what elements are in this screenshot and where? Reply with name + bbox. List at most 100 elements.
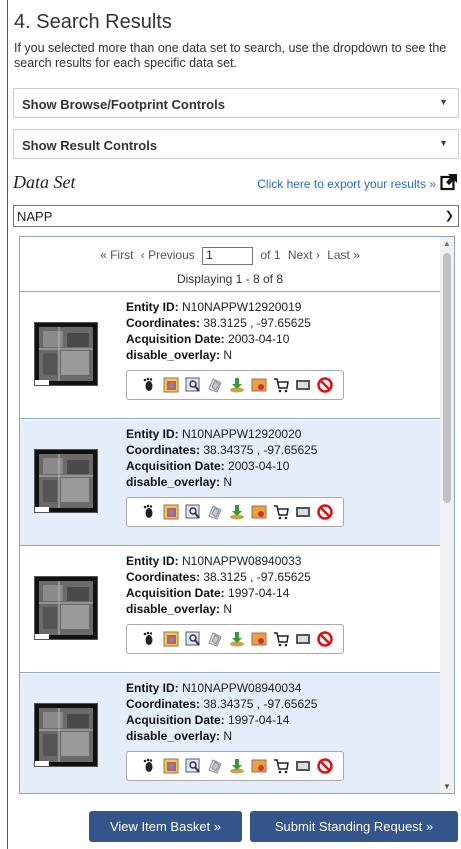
aerial-photo-thumbnail[interactable] — [34, 576, 98, 640]
footprint-icon[interactable] — [141, 631, 157, 647]
result-row[interactable]: Entity ID: N10NAPPW08940033 Coordinates: … — [20, 547, 440, 673]
result-action-bar — [126, 497, 344, 527]
result-metadata: Entity ID: N10NAPPW12920019 Coordinates: … — [126, 299, 311, 363]
overlay-icon[interactable] — [163, 504, 179, 520]
entity-id-value: N10NAPPW12920020 — [182, 427, 302, 441]
coordinates-line: Coordinates: 38.3125 , -97.65625 — [126, 569, 311, 585]
compare-icon[interactable] — [207, 758, 223, 774]
aerial-photo-thumbnail[interactable] — [34, 703, 98, 767]
result-action-bar — [126, 370, 344, 400]
aerial-photo-thumbnail[interactable] — [34, 449, 98, 513]
cart-icon[interactable] — [273, 631, 289, 647]
result-row[interactable]: Entity ID: N10NAPPW12920020 Coordinates: … — [20, 420, 440, 546]
scroll-up-icon[interactable]: ▲ — [443, 239, 451, 248]
compare-icon[interactable] — [207, 504, 223, 520]
acquisition-date-line: Acquisition Date: 2003-04-10 — [126, 458, 317, 474]
cart-icon[interactable] — [273, 377, 289, 393]
download-icon[interactable] — [229, 758, 245, 774]
divider — [20, 291, 440, 292]
disable-overlay-line: disable_overlay: N — [126, 474, 317, 490]
download-icon[interactable] — [229, 377, 245, 393]
scroll-down-icon[interactable]: ▼ — [443, 782, 451, 791]
acquisition-date-value: 1997-04-14 — [228, 713, 290, 727]
download-icon[interactable] — [229, 631, 245, 647]
search-results-panel: 4. Search Results If you selected more t… — [7, 0, 461, 849]
coordinates-value: 38.3125 , -97.65625 — [203, 316, 311, 330]
result-row[interactable]: Entity ID: N10NAPPW08940034 Coordinates: … — [20, 674, 440, 793]
acquisition-date-line: Acquisition Date: 1997-04-14 — [126, 585, 311, 601]
disable-overlay-value: N — [223, 475, 233, 489]
metadata-icon[interactable] — [185, 631, 201, 647]
exclude-icon[interactable] — [295, 758, 311, 774]
submit-standing-request-button[interactable]: Submit Standing Request » — [250, 811, 458, 842]
first-page-link[interactable]: « First — [100, 248, 133, 262]
overlay-icon[interactable] — [163, 377, 179, 393]
previous-page-link[interactable]: ‹ Previous — [141, 248, 195, 262]
pager: « First ‹ Previous 1 of 1 Next › Last » … — [20, 237, 440, 292]
page-number-input[interactable]: 1 — [202, 247, 254, 265]
footprint-icon[interactable] — [141, 504, 157, 520]
disable-overlay-value: N — [223, 729, 233, 743]
overlay-icon[interactable] — [163, 631, 179, 647]
browse-footprint-controls-toggle[interactable]: Show Browse/Footprint Controls ▼ — [13, 88, 459, 118]
acquisition-date-value: 1997-04-14 — [228, 586, 290, 600]
cart-icon[interactable] — [273, 504, 289, 520]
exclude-icon[interactable] — [295, 631, 311, 647]
coordinates-label: Coordinates: — [126, 697, 201, 711]
disable-overlay-label: disable_overlay: — [126, 729, 221, 743]
metadata-icon[interactable] — [185, 758, 201, 774]
dataset-label: Data Set — [13, 172, 76, 192]
section-description: If you selected more than one data set t… — [14, 41, 447, 70]
result-controls-toggle[interactable]: Show Result Controls ▼ — [13, 129, 459, 159]
compare-icon[interactable] — [207, 377, 223, 393]
entity-id-line: Entity ID: N10NAPPW12920019 — [126, 299, 311, 315]
exclude-icon[interactable] — [295, 504, 311, 520]
entity-id-line: Entity ID: N10NAPPW08940033 — [126, 553, 311, 569]
disable-overlay-line: disable_overlay: N — [126, 728, 317, 744]
last-page-link[interactable]: Last » — [327, 248, 360, 262]
acquisition-date-value: 2003-04-10 — [228, 459, 290, 473]
metadata-icon[interactable] — [185, 377, 201, 393]
scroll-thumb[interactable] — [443, 253, 451, 503]
compare-icon[interactable] — [207, 631, 223, 647]
entity-id-value: N10NAPPW12920019 — [182, 300, 302, 314]
entity-id-value: N10NAPPW08940033 — [182, 554, 302, 568]
order-icon[interactable] — [251, 504, 267, 520]
disable-overlay-value: N — [223, 602, 233, 616]
coordinates-label: Coordinates: — [126, 570, 201, 584]
results-scrollbar[interactable]: ▲ ▼ — [440, 237, 454, 793]
result-row[interactable]: Entity ID: N10NAPPW12920019 Coordinates: … — [20, 293, 440, 419]
coordinates-value: 38.34375 , -97.65625 — [203, 443, 318, 457]
footprint-icon[interactable] — [141, 377, 157, 393]
exclude-icon[interactable] — [295, 377, 311, 393]
entity-id-line: Entity ID: N10NAPPW08940034 — [126, 680, 317, 696]
disable-overlay-label: disable_overlay: — [126, 348, 221, 362]
export-results-link[interactable]: Click here to export your results » — [257, 177, 436, 191]
overlay-icon[interactable] — [163, 758, 179, 774]
download-icon[interactable] — [229, 504, 245, 520]
hide-icon[interactable] — [317, 504, 333, 520]
page-count: of 1 — [260, 248, 281, 263]
acquisition-date-line: Acquisition Date: 2003-04-10 — [126, 331, 311, 347]
disable-overlay-line: disable_overlay: N — [126, 347, 311, 363]
footprint-icon[interactable] — [141, 758, 157, 774]
metadata-icon[interactable] — [185, 504, 201, 520]
order-icon[interactable] — [251, 631, 267, 647]
coordinates-label: Coordinates: — [126, 443, 201, 457]
hide-icon[interactable] — [317, 631, 333, 647]
order-icon[interactable] — [251, 377, 267, 393]
view-item-basket-button[interactable]: View Item Basket » — [89, 811, 242, 842]
results-list: « First ‹ Previous 1 of 1 Next › Last » … — [19, 236, 455, 794]
aerial-photo-thumbnail[interactable] — [34, 322, 98, 386]
acquisition-date-label: Acquisition Date: — [126, 586, 225, 600]
hide-icon[interactable] — [317, 758, 333, 774]
coordinates-line: Coordinates: 38.3125 , -97.65625 — [126, 315, 311, 331]
browse-footprint-label: Show Browse/Footprint Controls — [22, 97, 225, 112]
external-link-icon[interactable] — [440, 173, 458, 191]
order-icon[interactable] — [251, 758, 267, 774]
next-page-link[interactable]: Next › — [288, 248, 320, 262]
dataset-select[interactable]: NAPP ❯ — [13, 205, 459, 227]
entity-id-label: Entity ID: — [126, 554, 179, 568]
cart-icon[interactable] — [273, 758, 289, 774]
hide-icon[interactable] — [317, 377, 333, 393]
